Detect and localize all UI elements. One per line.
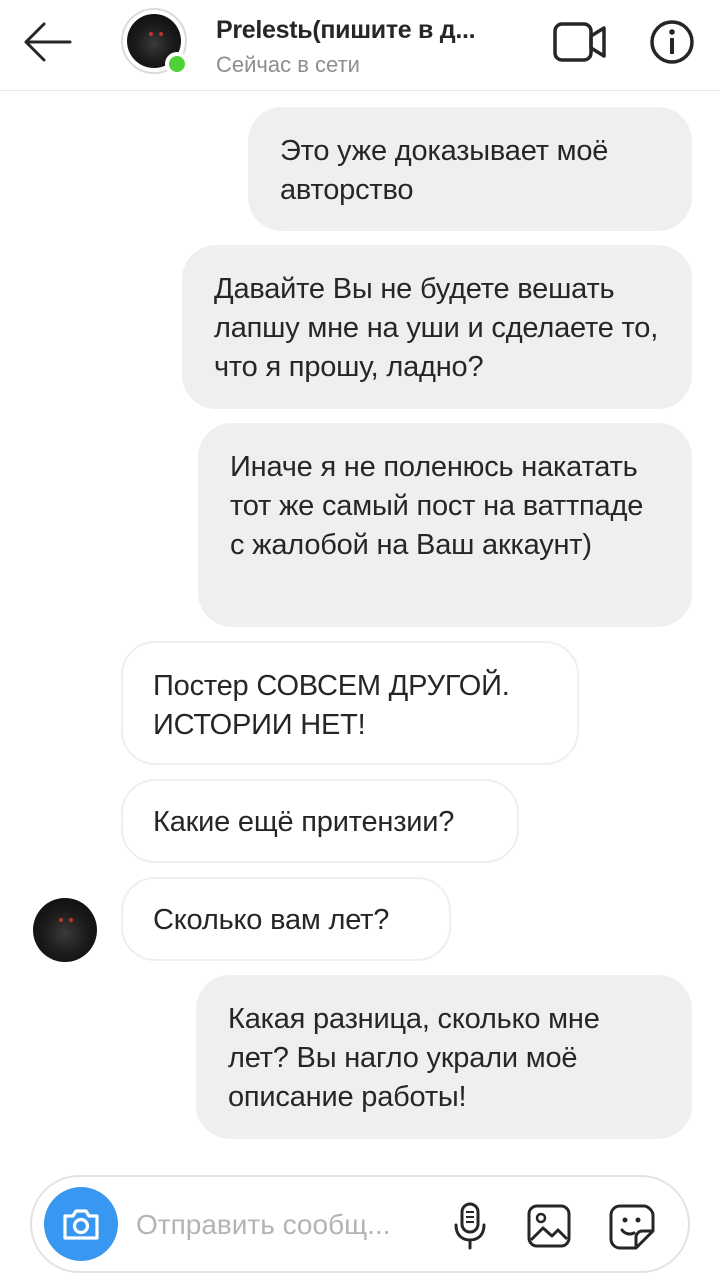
online-status-dot [165,52,189,76]
message-composer [30,1175,690,1273]
info-button[interactable] [648,18,696,66]
sender-avatar[interactable] [33,898,97,962]
contact-avatar[interactable] [121,8,191,78]
message-text: Какая разница, сколько мне лет? Вы нагло… [228,1003,600,1113]
message-text: Сколько вам лет? [153,904,390,936]
video-camera-icon [553,22,606,62]
message-bubble-incoming[interactable]: Постер СОВСЕМ ДРУГОЙ. ИСТОРИИ НЕТ! [121,641,579,765]
camera-icon [63,1209,99,1240]
contact-name[interactable]: Prelestь(пишите в д... [216,16,516,45]
message-bubble-incoming[interactable]: Сколько вам лет? [121,877,451,961]
message-text: Это уже доказывает моё авторство [280,135,609,206]
sticker-button[interactable] [608,1203,656,1251]
message-bubble-outgoing[interactable]: Давайте Вы не будете вешать лапшу мне на… [182,245,692,409]
message-bubble-outgoing[interactable]: Это уже доказывает моё авторство [248,107,692,231]
sticker-icon [609,1204,655,1250]
voice-message-button[interactable] [452,1201,488,1251]
message-input[interactable] [136,1203,426,1247]
message-bubble-incoming[interactable]: Какие ещё притензии? [121,779,519,863]
info-icon [650,20,694,64]
gallery-button[interactable] [526,1203,572,1249]
message-bubble-outgoing[interactable]: Иначе я не поленюсь накатать тот же самы… [198,423,692,627]
message-text: Давайте Вы не будете вешать лапшу мне на… [214,273,659,383]
message-bubble-outgoing[interactable]: Какая разница, сколько мне лет? Вы нагло… [196,975,692,1139]
back-button[interactable] [18,18,78,66]
contact-status: Сейчас в сети [216,52,360,77]
chat-header: Prelestь(пишите в д... Сейчас в сети [0,0,720,91]
video-call-button[interactable] [552,20,608,64]
microphone-icon [454,1202,486,1250]
message-text: Какие ещё притензии? [153,806,455,838]
camera-button[interactable] [44,1187,118,1261]
message-text: Иначе я не поленюсь накатать тот же самы… [230,451,644,561]
image-icon [527,1204,571,1248]
arrow-left-icon [24,22,72,62]
message-text: Постер СОВСЕМ ДРУГОЙ. ИСТОРИИ НЕТ! [153,670,510,741]
